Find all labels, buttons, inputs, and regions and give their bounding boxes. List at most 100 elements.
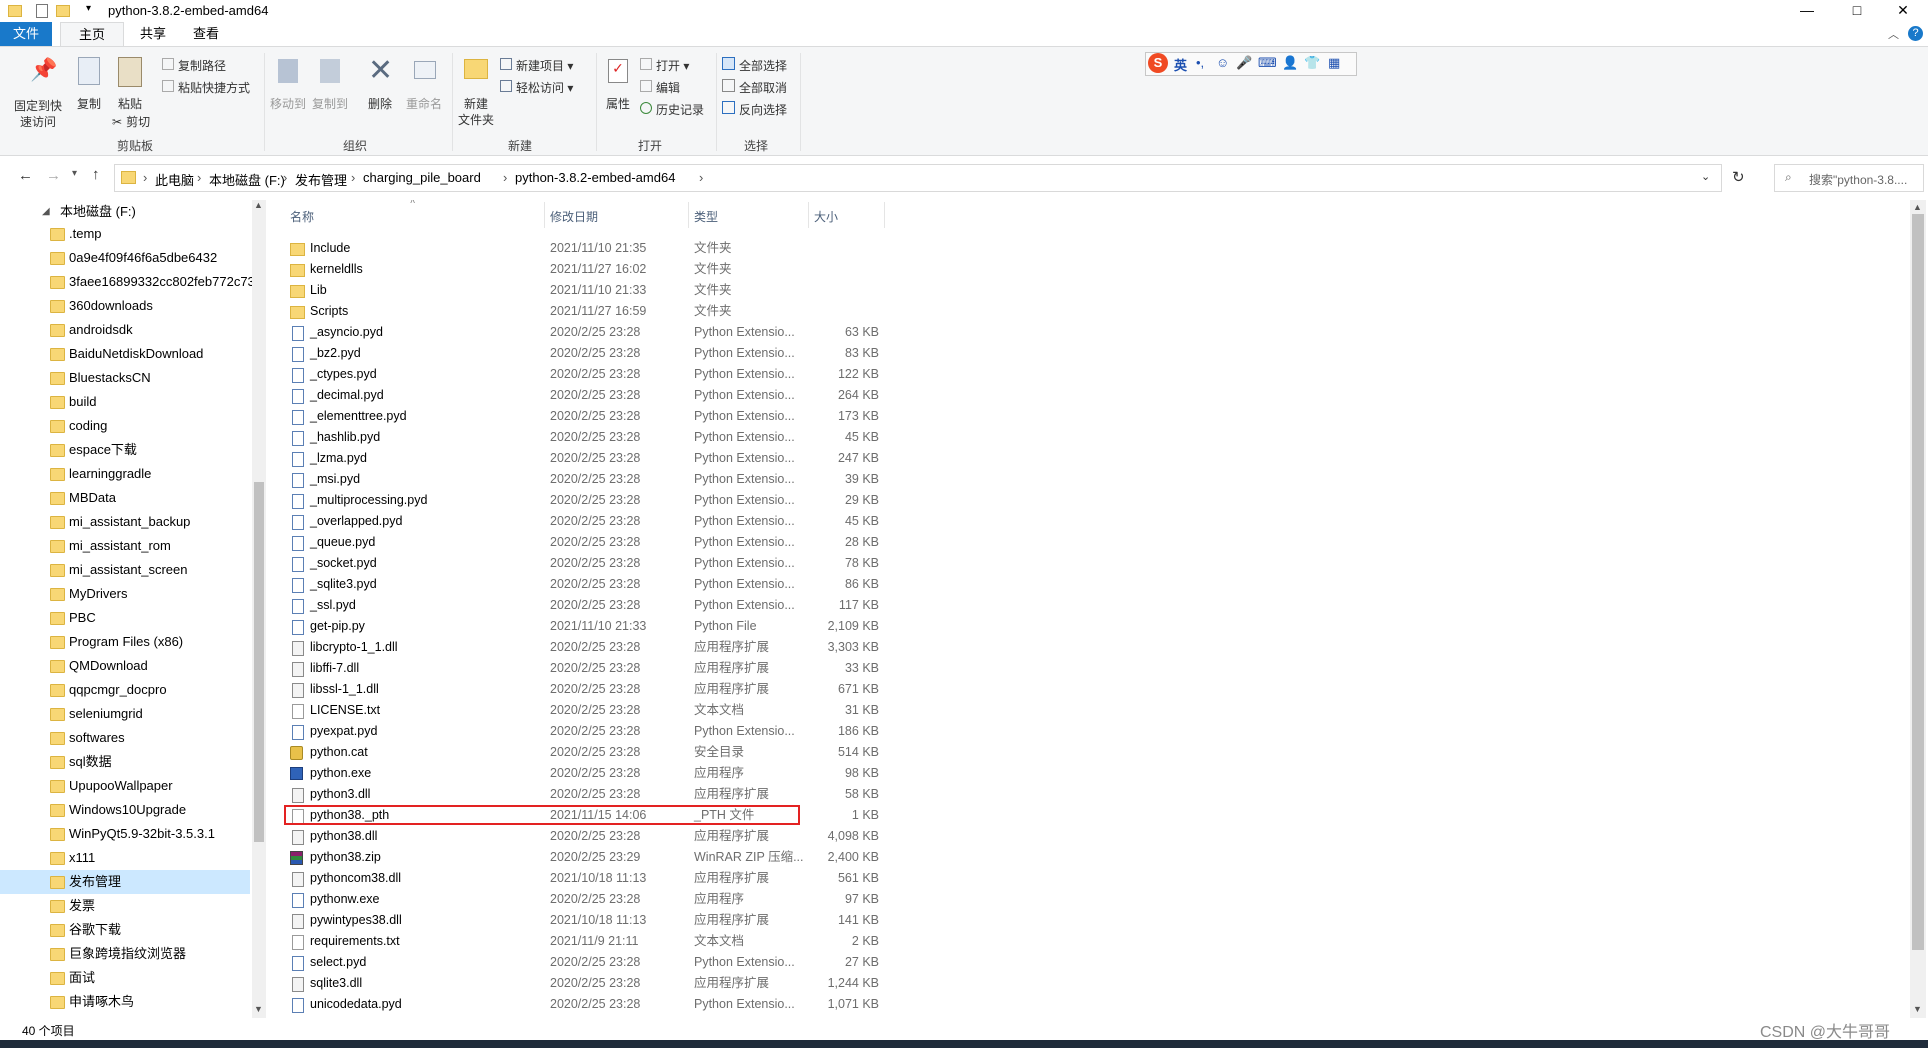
- emoji-icon[interactable]: ☺: [1216, 55, 1229, 70]
- skin-icon[interactable]: 👕: [1304, 55, 1320, 71]
- nav-folder-item[interactable]: MBData: [0, 486, 250, 510]
- file-row[interactable]: select.pyd 2020/2/25 23:28 Python Extensio…: [284, 952, 904, 973]
- nav-folder-item[interactable]: softwares: [0, 726, 250, 750]
- file-row[interactable]: _ssl.pyd 2020/2/25 23:28 Python Extensio..…: [284, 595, 904, 616]
- invert-selection-button[interactable]: 反向选择: [722, 101, 787, 118]
- file-row[interactable]: get-pip.py 2021/11/10 21:33 Python File 2,1…: [284, 616, 904, 637]
- nav-folder-item[interactable]: espace下载: [0, 438, 250, 462]
- maximize-button[interactable]: □: [1834, 0, 1880, 22]
- collapse-ribbon-icon[interactable]: ︿: [1888, 26, 1899, 42]
- file-row[interactable]: python3.dll 2020/2/25 23:28 应用程序扩展 58 KB: [284, 784, 904, 805]
- nav-folder-item[interactable]: x111: [0, 846, 250, 870]
- file-row[interactable]: python38._pth 2021/11/15 14:06 _PTH 文件 1 KB: [284, 805, 904, 826]
- select-none-button[interactable]: 全部取消: [722, 79, 787, 96]
- file-row[interactable]: python38.zip 2020/2/25 23:29 WinRAR ZIP 压缩…: [284, 847, 904, 868]
- select-all-button[interactable]: 全部选择: [722, 57, 787, 74]
- column-header-type[interactable]: 类型: [694, 208, 718, 225]
- search-box[interactable]: ⌕ 搜索"python-3.8....: [1774, 164, 1924, 192]
- pin-quick-access-button[interactable]: 📌 固定到快 速访问: [8, 51, 68, 133]
- punctuation-icon[interactable]: •,: [1196, 55, 1204, 70]
- file-row[interactable]: Scripts 2021/11/27 16:59 文件夹: [284, 301, 904, 322]
- file-row[interactable]: sqlite3.dll 2020/2/25 23:28 应用程序扩展 1,244 KB: [284, 973, 904, 994]
- file-row[interactable]: LICENSE.txt 2020/2/25 23:28 文本文档 31 KB: [284, 700, 904, 721]
- new-folder-quick-icon[interactable]: [56, 5, 70, 17]
- file-row[interactable]: python38.dll 2020/2/25 23:28 应用程序扩展 4,098 K…: [284, 826, 904, 847]
- nav-scrollbar[interactable]: ▲ ▼: [252, 200, 266, 1018]
- copy-to-button[interactable]: 复制到: [310, 51, 350, 131]
- file-row[interactable]: _lzma.pyd 2020/2/25 23:28 Python Extensio.…: [284, 448, 904, 469]
- nav-folder-item[interactable]: 巨象跨境指纹浏览器: [0, 942, 250, 966]
- tab-view[interactable]: 查看: [180, 22, 232, 46]
- file-row[interactable]: kerneldlls 2021/11/27 16:02 文件夹: [284, 259, 904, 280]
- column-header-name[interactable]: 名称: [290, 208, 314, 225]
- nav-folder-item[interactable]: 面试: [0, 966, 250, 990]
- file-row[interactable]: python.cat 2020/2/25 23:28 安全目录 514 KB: [284, 742, 904, 763]
- paste-button[interactable]: 粘贴: [110, 51, 150, 111]
- rename-button[interactable]: 重命名: [402, 51, 446, 131]
- tab-home[interactable]: 主页: [60, 22, 124, 46]
- ime-toolbar[interactable]: S 英 •, ☺ 🎤 ⌨ 👤 👕 ▦: [1145, 52, 1357, 76]
- nav-folder-item[interactable]: learninggradle: [0, 462, 250, 486]
- user-icon[interactable]: 👤: [1282, 55, 1298, 71]
- toolbox-icon[interactable]: ▦: [1328, 55, 1340, 71]
- keyboard-icon[interactable]: ⌨: [1258, 55, 1277, 71]
- scroll-up-icon[interactable]: ▲: [1913, 202, 1922, 212]
- move-to-button[interactable]: 移动到: [268, 51, 308, 131]
- file-row[interactable]: pythoncom38.dll 2021/10/18 11:13 应用程序扩展 561…: [284, 868, 904, 889]
- file-row[interactable]: unicodedata.pyd 2020/2/25 23:28 Python Ext…: [284, 994, 904, 1015]
- column-divider[interactable]: [688, 202, 689, 228]
- scroll-thumb[interactable]: [254, 482, 264, 842]
- nav-folder-item[interactable]: UpupooWallpaper: [0, 774, 250, 798]
- back-arrow-icon[interactable]: ←: [18, 167, 33, 184]
- copy-path-button[interactable]: 复制路径: [162, 57, 226, 74]
- file-row[interactable]: _asyncio.pyd 2020/2/25 23:28 Python Extens…: [284, 322, 904, 343]
- cut-button[interactable]: ✂ 剪切: [112, 113, 150, 130]
- properties-quick-icon[interactable]: [36, 4, 48, 18]
- breadcrumb-drive-f[interactable]: 本地磁盘 (F:): [209, 170, 285, 189]
- tab-file[interactable]: 文件: [0, 22, 52, 46]
- nav-folder-item[interactable]: 发布管理: [0, 870, 250, 894]
- breadcrumb-release[interactable]: 发布管理: [295, 170, 347, 189]
- file-row[interactable]: pyexpat.pyd 2020/2/25 23:28 Python Extensi…: [284, 721, 904, 742]
- file-row[interactable]: requirements.txt 2021/11/9 21:11 文本文档 2 KB: [284, 931, 904, 952]
- ime-language-toggle[interactable]: 英: [1174, 55, 1187, 74]
- file-row[interactable]: _msi.pyd 2020/2/25 23:28 Python Extensio..…: [284, 469, 904, 490]
- file-row[interactable]: _sqlite3.pyd 2020/2/25 23:28 Python Extens…: [284, 574, 904, 595]
- nav-folder-item[interactable]: 0a9e4f09f46f6a5dbe6432: [0, 246, 250, 270]
- nav-folder-item[interactable]: sql数据: [0, 750, 250, 774]
- file-row[interactable]: python.exe 2020/2/25 23:28 应用程序 98 KB: [284, 763, 904, 784]
- edit-button[interactable]: 编辑: [640, 79, 680, 96]
- nav-folder-item[interactable]: seleniumgrid: [0, 702, 250, 726]
- nav-drive-f[interactable]: ◢ 本地磁盘 (F:): [0, 200, 250, 224]
- forward-arrow-icon[interactable]: →: [46, 167, 61, 184]
- file-row[interactable]: _hashlib.pyd 2020/2/25 23:28 Python Extens…: [284, 427, 904, 448]
- nav-folder-item[interactable]: Windows10Upgrade: [0, 798, 250, 822]
- breadcrumb-current-folder[interactable]: python-3.8.2-embed-amd64: [515, 170, 675, 185]
- nav-folder-item[interactable]: 谷歌下载: [0, 918, 250, 942]
- column-divider[interactable]: [544, 202, 545, 228]
- file-row[interactable]: _bz2.pyd 2020/2/25 23:28 Python Extensio..…: [284, 343, 904, 364]
- nav-folder-item[interactable]: androidsdk: [0, 318, 250, 342]
- file-row[interactable]: _ctypes.pyd 2020/2/25 23:28 Python Extensi…: [284, 364, 904, 385]
- expand-chevron-icon[interactable]: ◢: [42, 200, 50, 224]
- nav-folder-item[interactable]: mi_assistant_backup: [0, 510, 250, 534]
- nav-folder-item[interactable]: 3faee16899332cc802feb772c73: [0, 270, 255, 294]
- file-row[interactable]: _socket.pyd 2020/2/25 23:28 Python Extensi…: [284, 553, 904, 574]
- file-row[interactable]: _multiprocessing.pyd 2020/2/25 23:28 Pytho…: [284, 490, 904, 511]
- nav-folder-item[interactable]: 发票: [0, 894, 250, 918]
- refresh-icon[interactable]: ↻: [1732, 168, 1745, 186]
- file-row[interactable]: libcrypto-1_1.dll 2020/2/25 23:28 应用程序扩展 3,…: [284, 637, 904, 658]
- open-button[interactable]: 打开 ▾: [640, 57, 689, 74]
- help-icon[interactable]: ?: [1908, 26, 1923, 41]
- address-bar[interactable]: › 此电脑 › 本地磁盘 (F:) › 发布管理 › charging_pile…: [114, 164, 1722, 192]
- nav-folder-item[interactable]: WinPyQt5.9-32bit-3.5.3.1: [0, 822, 250, 846]
- breadcrumb-charging-pile-board[interactable]: charging_pile_board: [363, 170, 481, 185]
- scroll-down-icon[interactable]: ▼: [1913, 1004, 1922, 1014]
- minimize-button[interactable]: —: [1784, 0, 1830, 22]
- nav-folder-item[interactable]: MyDrivers: [0, 582, 250, 606]
- nav-folder-item[interactable]: coding: [0, 414, 250, 438]
- nav-folder-item[interactable]: QMDownload: [0, 654, 250, 678]
- file-row[interactable]: Lib 2021/11/10 21:33 文件夹: [284, 280, 904, 301]
- column-divider[interactable]: [884, 202, 885, 228]
- nav-folder-item[interactable]: build: [0, 390, 250, 414]
